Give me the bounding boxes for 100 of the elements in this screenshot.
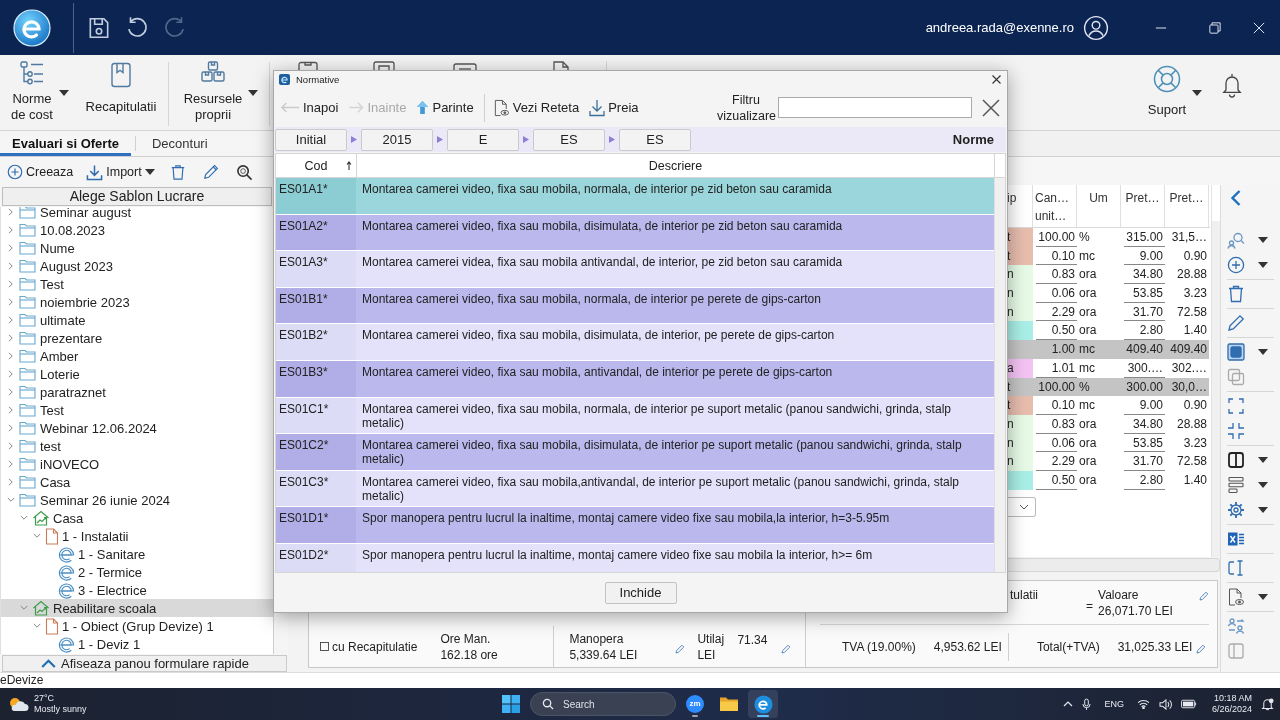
chevron-right-icon[interactable] [7,477,15,487]
search-field[interactable]: Search [530,692,676,716]
trash-icon[interactable] [1227,284,1245,303]
chevron-down-icon[interactable] [32,532,42,540]
collapse-icon[interactable] [1227,421,1245,440]
pencil-icon[interactable] [675,643,686,654]
checkbox[interactable] [320,642,329,651]
table-row[interactable]: ES01A3* Montarea camerei videa, fixa sau mobila antivandal, de interior, pe zid beton sau caramida [276,251,994,288]
tree-item[interactable]: Test [1,275,273,293]
tree-item[interactable]: 1 - Instalatii [1,527,273,545]
clock-time[interactable]: 10:18 AM [1213,693,1252,704]
table-row[interactable]: ES01A1* Montarea camerei video, fixa sau mobila, normala, de interior pe zid beton sau caramida [276,178,994,215]
caret-icon[interactable] [1258,481,1268,488]
breadcrumb-button[interactable]: ES [619,128,691,151]
clipboard-icon[interactable] [296,61,320,71]
tree-item[interactable]: Test [1,401,273,419]
table-row[interactable]: ES01C3* Montarea camerei video, fixa sau mobila,antivandal, de interior pe suport metalic (panou sandwichi, grinda, stalp metalic) [276,470,994,508]
table-row[interactable]: ES01C2* Montarea camerei video, fixa sau mobila, disimulata, de interior pe suport metalic (panou sandwichi, grinda, stalp metalic) [276,434,994,471]
temperature[interactable]: 27°C [34,693,87,704]
pencil-icon[interactable] [1199,591,1209,601]
pencil-icon[interactable] [1196,643,1207,654]
caret-icon[interactable] [1258,593,1268,600]
restore-icon[interactable] [1209,21,1221,34]
trash-icon[interactable] [169,163,186,181]
windows-icon[interactable] [502,695,520,713]
chevron-right-icon[interactable] [7,207,15,217]
document-icon[interactable] [550,61,570,71]
column-header[interactable]: Pret… [1165,185,1209,227]
tree-item[interactable]: 3 - Electrice [1,581,273,599]
caret-icon[interactable] [1258,236,1268,243]
tree-item[interactable]: 1 - Sanitare [1,545,273,563]
rows-icon[interactable] [1227,475,1245,494]
caret-icon[interactable] [1258,506,1268,513]
table-row[interactable]: ES01D2* Spor manopera pentru lucrul la inaltime, montaj camere video fixe sau mobila la interior, h>= 6m [276,543,994,572]
toolbar-button[interactable]: Vezi Reteta [492,98,580,117]
ribbon-button[interactable]: Norme de cost [5,60,71,126]
column-header[interactable]: Descriere [357,154,995,177]
tree-item[interactable]: 1 - Obiect (Grup Devize) 1 [1,617,273,635]
import-button[interactable]: Import [84,163,157,181]
chevron-down-icon[interactable] [6,496,16,504]
tab[interactable]: Deconturi [139,131,220,156]
tree-item[interactable]: Casa [1,473,273,491]
chevron-right-icon[interactable] [7,423,15,433]
caret-icon[interactable] [1258,456,1268,463]
horizontal-scrollbar[interactable] [1005,558,1220,572]
wifi-icon[interactable] [1136,699,1150,709]
microphone-icon[interactable] [1082,697,1092,711]
taskbar-button[interactable] [748,690,778,718]
vertical-scrollbar[interactable] [994,178,1005,572]
tree-item[interactable]: noiembrie 2023 [1,293,273,311]
filter-field[interactable] [778,97,972,118]
support-button[interactable]: Suport [1142,60,1204,126]
tree-item[interactable]: prezentare [1,329,273,347]
chevron-down-icon[interactable] [32,622,42,630]
pencil-icon[interactable] [1227,313,1245,332]
bell-icon[interactable] [1220,72,1244,98]
tree-item[interactable]: Seminar august [1,207,273,221]
chevron-right-icon[interactable] [7,243,15,253]
weather-condition[interactable]: Mostly sunny [34,704,87,715]
chevron-right-icon[interactable] [7,333,15,343]
column-header[interactable]: Cod [276,154,357,177]
sun-cloud-icon[interactable] [7,695,29,713]
toolbar-button[interactable]: Inapoi [280,100,339,115]
column-header[interactable]: Um [1077,185,1121,227]
chevron-right-icon[interactable] [7,225,15,235]
tree-item[interactable]: Nume [1,239,273,257]
tree-item[interactable]: ultimate [1,311,273,329]
tree-item[interactable]: Seminar 26 iunie 2024 [1,491,273,509]
ribbon-button[interactable]: Resursele proprii [178,60,260,126]
table-row[interactable]: ES01B3* Montarea camerei video, fixa sau mobila, antivandal, de interior pe perete de gips-carton [276,360,994,398]
column-header[interactable]: Can… unit… [1033,185,1077,227]
notification-icon[interactable] [1261,697,1274,711]
tree-item[interactable]: 2 - Termice [1,563,273,581]
table-row[interactable]: ES01C1* Montarea camerei video, fixa sau mobila, normala, de interior pe suport metalic (panou sandwichi, grinda, stalp metalic) [276,397,994,435]
chevron-up-icon[interactable] [1063,701,1074,707]
people-search-icon[interactable] [1227,230,1245,249]
document-eye-icon[interactable] [1227,587,1245,606]
vertical-scrollbar[interactable] [1211,185,1220,557]
user-icon[interactable] [1083,14,1109,41]
table-row[interactable]: ES01B1* Montarea camerei video, fixa sau mobila, normala, de interior pe perete de gips-carton [276,287,994,325]
chevron-right-icon[interactable] [7,279,15,289]
search-icon[interactable] [235,163,253,181]
copy-icon[interactable] [1227,342,1245,361]
template-button[interactable]: Alege Sablon Lucrare [2,187,272,206]
table-row[interactable]: ES01D1* Spor manopera pentru lucrul la inaltime, montaj camere video fixe sau mobila,la interior, h=3-5.95m [276,507,994,544]
chevron-right-icon[interactable] [7,261,15,271]
quick-forms-button[interactable]: Afiseaza panou formulare rapide [2,655,287,672]
tab[interactable]: Evaluari si Oferte [0,131,131,156]
language-indicator[interactable]: ENG [1104,699,1124,709]
chevron-right-icon[interactable] [7,315,15,325]
toolbar-button[interactable]: Parinte [416,100,474,115]
pencil-icon[interactable] [202,164,219,180]
settings-icon[interactable] [1227,500,1245,519]
speaker-icon[interactable] [1158,698,1172,710]
checkbox-label[interactable]: cu Recapitulatie [332,639,418,654]
tree-item[interactable]: Amber [1,347,273,365]
tray-icon[interactable] [453,61,477,71]
tree-item[interactable]: Webinar 12.06.2024 [1,419,273,437]
caret-icon[interactable] [1258,261,1268,268]
toolbar-button[interactable]: Preia [589,98,639,117]
